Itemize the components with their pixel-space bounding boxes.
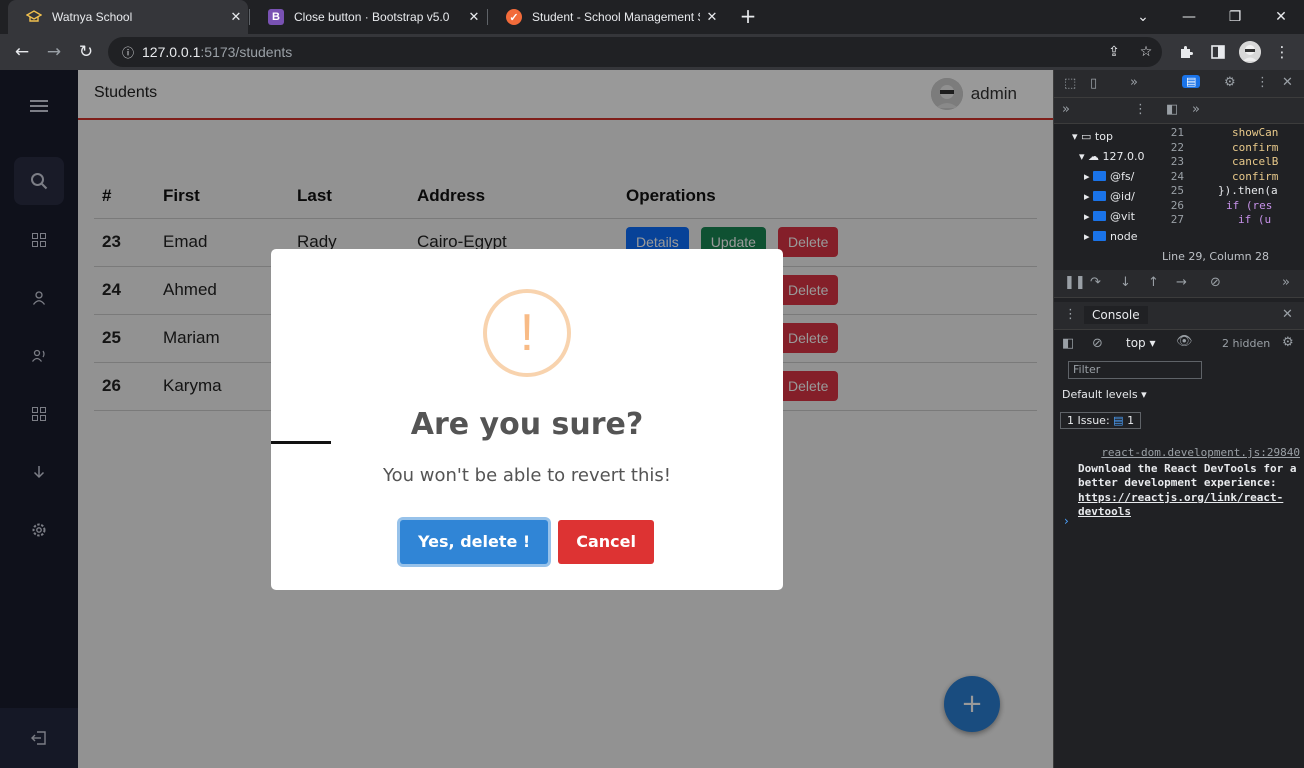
tab-watnya-school[interactable]: Watnya School ✕ xyxy=(8,0,248,34)
confirm-delete-button[interactable]: Yes, delete ! xyxy=(400,520,549,564)
cursor-position: Line 29, Column 28 xyxy=(1162,250,1270,263)
tab-bootstrap-close[interactable]: B Close button · Bootstrap v5.0 ✕ xyxy=(250,0,486,34)
tab-student-management[interactable]: ✓ Student - School Management Sy ✕ xyxy=(488,0,724,34)
step-icon[interactable]: → xyxy=(1176,275,1187,290)
devtools-main-toolbar: ⬚ ▯ » ▤ ⚙ ⋮ ✕ xyxy=(1054,70,1304,98)
school-icon xyxy=(26,9,42,25)
tab-console[interactable]: Console xyxy=(1084,306,1148,324)
close-tab-icon[interactable]: ✕ xyxy=(700,9,724,25)
tree-item-folder[interactable]: ▸ node xyxy=(1084,230,1137,243)
close-window-icon[interactable]: ✕ xyxy=(1258,0,1304,34)
log-levels-dropdown[interactable]: Default levels ▾ xyxy=(1062,388,1147,401)
reload-icon[interactable]: ↻ xyxy=(72,38,100,66)
address-bar[interactable]: ⓘ 127.0.0.1:5173/students ⇪ ☆ xyxy=(108,37,1162,67)
more-debugger-icon[interactable]: » xyxy=(1282,275,1290,290)
pause-icon[interactable]: ❚❚ xyxy=(1064,275,1086,290)
devtools-menu-icon[interactable]: ⋮ xyxy=(1256,75,1269,90)
more-editor-tabs-icon[interactable]: » xyxy=(1192,102,1200,117)
devtools-panel: ⬚ ▯ » ▤ ⚙ ⋮ ✕ » ⋮ ◧ » ▾ ▭ top ▾ ☁ 127.0.… xyxy=(1053,70,1304,768)
sources-toolbar: » ⋮ ◧ » xyxy=(1054,98,1304,124)
back-arrow-icon[interactable]: ← xyxy=(8,38,36,66)
profile-avatar[interactable] xyxy=(1239,41,1261,63)
live-expression-eye-icon[interactable]: 👁 xyxy=(1176,334,1193,349)
more-tabs-icon[interactable]: » xyxy=(1130,75,1138,90)
code-line: 27 if (u xyxy=(1170,213,1272,226)
issues-counter[interactable]: 1 Issue: ▤ 1 xyxy=(1060,412,1142,429)
context-selector[interactable]: top ▾ xyxy=(1126,336,1156,350)
share-icon[interactable]: ⇪ xyxy=(1100,37,1128,67)
page-viewport: Students admin # First Last Address Oper… xyxy=(0,70,1053,768)
pane-menu-icon[interactable]: ⋮ xyxy=(1134,102,1147,117)
new-tab-button[interactable]: + xyxy=(736,4,760,28)
tree-item-folder[interactable]: ▸ @vit xyxy=(1084,210,1135,223)
dialog-title: Are you sure? xyxy=(410,407,644,442)
tree-item-folder[interactable]: ▸ @id/ xyxy=(1084,190,1135,203)
confirm-dialog: ! Are you sure? You won't be able to rev… xyxy=(271,249,783,590)
code-line: 22 confirm xyxy=(1170,140,1279,154)
message-text: Download the React DevTools for a better… xyxy=(1078,461,1297,490)
message-source-link[interactable]: react-dom.development.js:29840 xyxy=(1078,446,1300,461)
browser-tabstrip: Watnya School ✕ B Close button · Bootstr… xyxy=(0,0,1304,34)
toggle-navigator-icon[interactable]: ◧ xyxy=(1166,102,1178,117)
hidden-count: 2 hidden xyxy=(1222,337,1271,350)
devtools-close-icon[interactable]: ✕ xyxy=(1282,75,1293,90)
console-prompt-icon[interactable]: › xyxy=(1064,514,1069,528)
inspect-element-icon[interactable]: ⬚ xyxy=(1064,76,1076,91)
side-panel-icon[interactable] xyxy=(1204,38,1232,66)
console-settings-icon[interactable]: ⚙ xyxy=(1282,335,1294,350)
device-toolbar-icon[interactable]: ▯ xyxy=(1090,76,1097,91)
forward-arrow-icon[interactable]: → xyxy=(40,38,68,66)
url-host: 127.0.0.1 xyxy=(142,44,201,60)
minimize-icon[interactable]: — xyxy=(1166,0,1212,34)
drawer-close-icon[interactable]: ✕ xyxy=(1282,307,1293,322)
show-sidebar-icon[interactable]: ◧ xyxy=(1062,336,1074,351)
issues-badge-icon[interactable]: ▤ xyxy=(1182,75,1201,88)
tree-item-host[interactable]: ▾ ☁ 127.0.0 xyxy=(1072,150,1145,163)
deactivate-breakpoints-icon[interactable]: ⊘ xyxy=(1210,275,1221,290)
drawer-menu-icon[interactable]: ⋮ xyxy=(1064,307,1077,322)
site-info-icon[interactable]: ⓘ xyxy=(122,44,142,61)
tree-item-top[interactable]: ▾ ▭ top xyxy=(1072,130,1113,143)
more-panes-icon[interactable]: » xyxy=(1062,102,1070,117)
debugger-controls: ❚❚ ↷ ↓ ↑ → ⊘ » xyxy=(1054,270,1304,298)
browser-toolbar: ← → ↻ ⓘ 127.0.0.1:5173/students ⇪ ☆ ⋮ xyxy=(0,34,1304,70)
restore-icon[interactable]: ❐ xyxy=(1212,0,1258,34)
devtools-settings-icon[interactable]: ⚙ xyxy=(1224,75,1236,90)
bootstrap-icon: B xyxy=(268,9,284,25)
close-tab-icon[interactable]: ✕ xyxy=(224,9,248,25)
code-line: 26 if (res xyxy=(1170,198,1273,212)
code-line: 21 showCan xyxy=(1170,126,1279,139)
folder-icon xyxy=(1093,211,1107,221)
code-line: 24 confirm xyxy=(1170,169,1279,183)
step-out-icon[interactable]: ↑ xyxy=(1148,275,1159,290)
dialog-actions: Yes, delete ! Cancel xyxy=(271,520,783,564)
tab-title: Watnya School xyxy=(52,10,133,24)
tab-search-chevron-icon[interactable]: ⌄ xyxy=(1120,0,1166,34)
console-filter-input[interactable]: Filter xyxy=(1068,361,1202,379)
folder-icon xyxy=(1093,171,1107,181)
cancel-button[interactable]: Cancel xyxy=(558,520,654,564)
folder-icon xyxy=(1093,191,1107,201)
step-into-icon[interactable]: ↓ xyxy=(1120,275,1131,290)
tab-title: Close button · Bootstrap v5.0 xyxy=(294,10,450,24)
app-logo-icon: ✓ xyxy=(506,9,522,25)
step-over-icon[interactable]: ↷ xyxy=(1090,275,1101,290)
code-line: 25}).then(a xyxy=(1170,184,1278,197)
warning-icon: ! xyxy=(483,289,571,377)
url-path: :5173/students xyxy=(200,44,293,60)
close-tab-icon[interactable]: ✕ xyxy=(462,9,486,25)
extensions-puzzle-icon[interactable] xyxy=(1172,38,1200,66)
clear-console-icon[interactable]: ⊘ xyxy=(1092,336,1103,351)
tree-item-folder[interactable]: ▸ @fs/ xyxy=(1084,170,1134,183)
dialog-text: You won't be able to revert this! xyxy=(383,465,671,486)
code-editor[interactable]: 21 showCan 22 confirm 23 cancelB 24 confirm … xyxy=(1156,126,1304,228)
console-message: react-dom.development.js:29840 Download … xyxy=(1078,446,1300,520)
tab-title: Student - School Management Sy xyxy=(532,10,700,24)
more-menu-icon[interactable]: ⋮ xyxy=(1268,38,1296,66)
code-line: 23 cancelB xyxy=(1170,155,1279,168)
folder-icon xyxy=(1093,231,1107,241)
bookmark-star-icon[interactable]: ☆ xyxy=(1132,37,1160,67)
react-devtools-link[interactable]: https://reactjs.org/link/react-devtools xyxy=(1078,491,1283,519)
